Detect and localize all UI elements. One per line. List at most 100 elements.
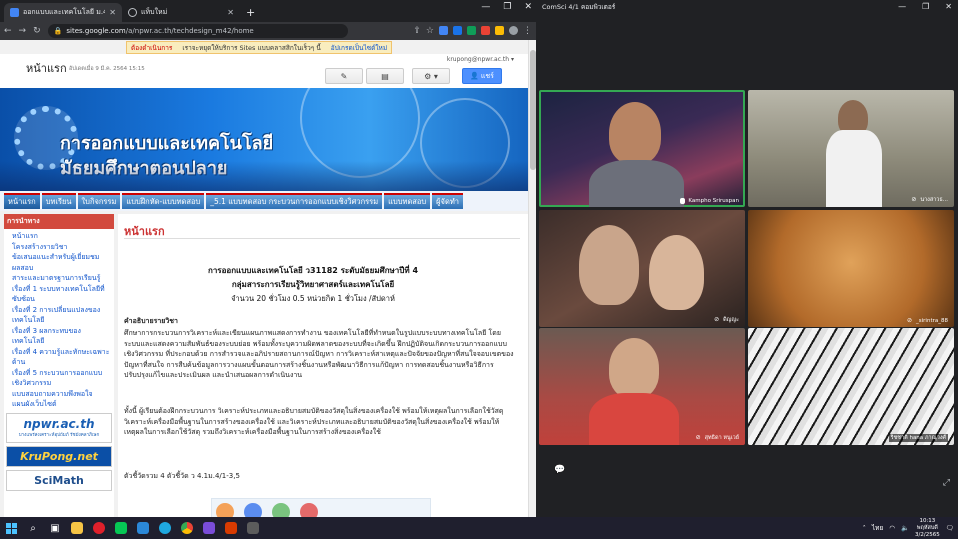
maximize-button[interactable]: ❐: [503, 2, 511, 12]
nav-item[interactable]: _5.1 แบบทดสอบ กระบวนการออกแบบเชิงวิศวกรร…: [206, 193, 383, 209]
gear-graphic: [244, 503, 262, 517]
close-window-button[interactable]: ✕: [945, 2, 952, 11]
search-icon[interactable]: ⌕: [22, 517, 44, 539]
close-window-button[interactable]: ✕: [524, 2, 532, 12]
sidebar-heading: การนำทาง: [4, 214, 114, 229]
video-tile-2[interactable]: ⊘ นางสาวธ...: [748, 90, 954, 207]
description-paragraph: ศึกษาการกระบวนการวิเคราะห์และเขียนแผนภาพ…: [124, 329, 514, 380]
sidebar-item[interactable]: สาระและมาตรฐานการเรียนรู้: [12, 273, 110, 284]
mic-off-icon: ⊘: [714, 316, 720, 323]
close-tab-icon[interactable]: ✕: [227, 8, 234, 17]
sidebar-item[interactable]: เรื่องที่ 3 ผลกระทบของเทคโนโลยี: [12, 326, 110, 347]
edit-button[interactable]: ✎: [325, 68, 363, 84]
notice-message: เราจะหยุดให้บริการ Sites แบบคลาสสิกในเร็…: [182, 43, 321, 52]
clock-day: พฤหัสบดี: [916, 524, 938, 531]
minimize-button[interactable]: —: [898, 2, 906, 11]
app-icon[interactable]: [242, 517, 264, 539]
extension-icon[interactable]: [453, 26, 462, 35]
windows-icon: [5, 522, 17, 534]
folder-icon[interactable]: [66, 517, 88, 539]
sidebar-item[interactable]: เรื่องที่ 2 การเปลี่ยนแปลงของเทคโนโลยี: [12, 305, 110, 326]
line-icon[interactable]: [110, 517, 132, 539]
start-button[interactable]: [0, 517, 22, 539]
description-paragraph-2: ทั้งนี้ ผู้เรียนต้องฝึกกระบวนการ วิเคราะ…: [124, 407, 504, 437]
updated-text: อัปเดตเมื่อ 9 มี.ค. 2564 15:15: [69, 66, 145, 72]
wifi-icon[interactable]: ◠: [889, 524, 895, 532]
video-tile-teacher[interactable]: Kampho Sriruspan: [539, 90, 745, 207]
sidebar-item[interactable]: เรื่องที่ 5 กระบวนการออกแบบเชิงวิศวกรรม: [12, 368, 110, 389]
reload-icon[interactable]: ↻: [33, 26, 41, 36]
video-tile-6[interactable]: ⊘ ริชชาติ hana ภาณุวงศ์: [748, 328, 954, 445]
profile-avatar[interactable]: [509, 26, 518, 35]
extension-icons: ⇪ ☆ ⋮: [413, 26, 532, 36]
extension-icon[interactable]: [439, 26, 448, 35]
address-bar[interactable]: 🔒 sites.google.com/a/npwr.ac.th/techdesi…: [47, 24, 348, 38]
volume-icon[interactable]: 🔈: [901, 524, 909, 532]
page-scrollbar[interactable]: [528, 40, 536, 517]
forward-icon[interactable]: →: [19, 26, 27, 36]
share-button[interactable]: 👤 แชร์: [462, 68, 502, 84]
settings-button[interactable]: ⚙ ▾: [412, 68, 450, 84]
sidebar-item[interactable]: เรื่องที่ 1 ระบบทางเทคโนโลยีที่ซับซ้อน: [12, 284, 110, 305]
sidebar-item[interactable]: แบบสอบถามความพึงพอใจ: [12, 389, 110, 400]
nav-item[interactable]: ผู้จัดทำ: [432, 193, 463, 209]
nav-item[interactable]: แบบทดสอบ: [384, 193, 431, 209]
sidebar-item[interactable]: โครงสร้างรายวิชา: [12, 242, 110, 253]
video-tile-5[interactable]: ⊘ สุทธิดา หนูเวย์: [539, 328, 745, 445]
back-icon[interactable]: ←: [4, 26, 12, 36]
extension-icon[interactable]: [467, 26, 476, 35]
video-tile-3[interactable]: ⊘ ดิญญะ: [539, 210, 745, 327]
share-icon[interactable]: ⇪: [413, 26, 421, 36]
maximize-button[interactable]: ❐: [922, 2, 929, 11]
city-silhouette: [0, 161, 528, 191]
task-view-icon[interactable]: ▣: [44, 517, 66, 539]
nav-item[interactable]: ใบกิจกรรม: [77, 193, 121, 209]
scimath-logo[interactable]: SciMath: [6, 469, 112, 491]
tab-site[interactable]: ออกแบบและเทคโนโลยี ม.4 ✕: [4, 3, 122, 22]
video-tile-4[interactable]: ⊘ _sirintra_88: [748, 210, 954, 327]
notification-icon[interactable]: 🗨: [946, 524, 954, 532]
participant-body: [589, 393, 679, 445]
menu-icon[interactable]: ⋮: [523, 26, 532, 36]
school-logo[interactable]: npwr.ac.th บางแพร่สงเคราะห์อุปถัมภ์ รัชม…: [6, 412, 112, 443]
edge-icon[interactable]: [154, 517, 176, 539]
new-page-button[interactable]: ▤: [366, 68, 404, 84]
divider: [124, 238, 520, 239]
chevron-up-icon[interactable]: ˄: [863, 524, 866, 532]
app-icon[interactable]: [198, 517, 220, 539]
language-indicator[interactable]: ไทย: [872, 523, 883, 533]
sidebar-item[interactable]: หน้าแรก: [12, 231, 110, 242]
star-icon[interactable]: ☆: [426, 26, 434, 36]
store-icon[interactable]: [132, 517, 154, 539]
user-email[interactable]: krupong@npwr.ac.th ▾: [447, 56, 514, 63]
tab-new[interactable]: แท็บใหม่ ✕: [122, 3, 240, 22]
chat-icon[interactable]: 💬: [554, 465, 565, 475]
clock-date: 3/2/2565: [915, 531, 940, 538]
chrome-icon[interactable]: [176, 517, 198, 539]
opera-icon[interactable]: [88, 517, 110, 539]
sidebar-item[interactable]: ข้อเสนอแนะสำหรับผู้เยี่ยมชม: [12, 252, 110, 263]
participant-name: ริชชาติ hana ภาณุวงศ์: [888, 434, 948, 442]
nav-item[interactable]: หน้าแรก: [4, 193, 40, 209]
toolbar: ← → ↻ 🔒 sites.google.com/a/npwr.ac.th/te…: [0, 22, 536, 40]
meet-right-controls: ⤢: [943, 478, 950, 488]
extension-icon[interactable]: [481, 26, 490, 35]
close-tab-icon[interactable]: ✕: [109, 8, 116, 17]
new-tab-button[interactable]: +: [240, 6, 261, 22]
sidebar-item[interactable]: แผนผังเว็บไซต์: [12, 399, 110, 410]
sidebar-item[interactable]: เรื่องที่ 4 ความรู้และทักษะเฉพาะด้าน: [12, 347, 110, 368]
pencil-icon: ✎: [340, 71, 348, 81]
extension-icon[interactable]: [495, 26, 504, 35]
nav-item[interactable]: แบบฝึกหัด-แบบทดสอบ: [122, 193, 205, 209]
sidebar: การนำทาง หน้าแรก โครงสร้างรายวิชา ข้อเสนอแ…: [4, 214, 114, 517]
app-icon[interactable]: [220, 517, 242, 539]
minimize-button[interactable]: —: [481, 2, 490, 12]
nav-item[interactable]: บทเรียน: [41, 193, 76, 209]
google-sites-icon: [10, 8, 19, 17]
screen: ออกแบบและเทคโนโลยี ม.4 ✕ แท็บใหม่ ✕ + — …: [0, 0, 958, 539]
sidebar-item[interactable]: ผลสอบ: [12, 263, 110, 274]
expand-icon[interactable]: ⤢: [943, 478, 950, 488]
upgrade-link[interactable]: อัปเกรดเป็นไซต์ใหม่: [331, 43, 387, 53]
krupong-logo[interactable]: KruPong.net: [6, 445, 112, 467]
clock[interactable]: 10:13 พฤหัสบดี 3/2/2565: [915, 518, 940, 539]
